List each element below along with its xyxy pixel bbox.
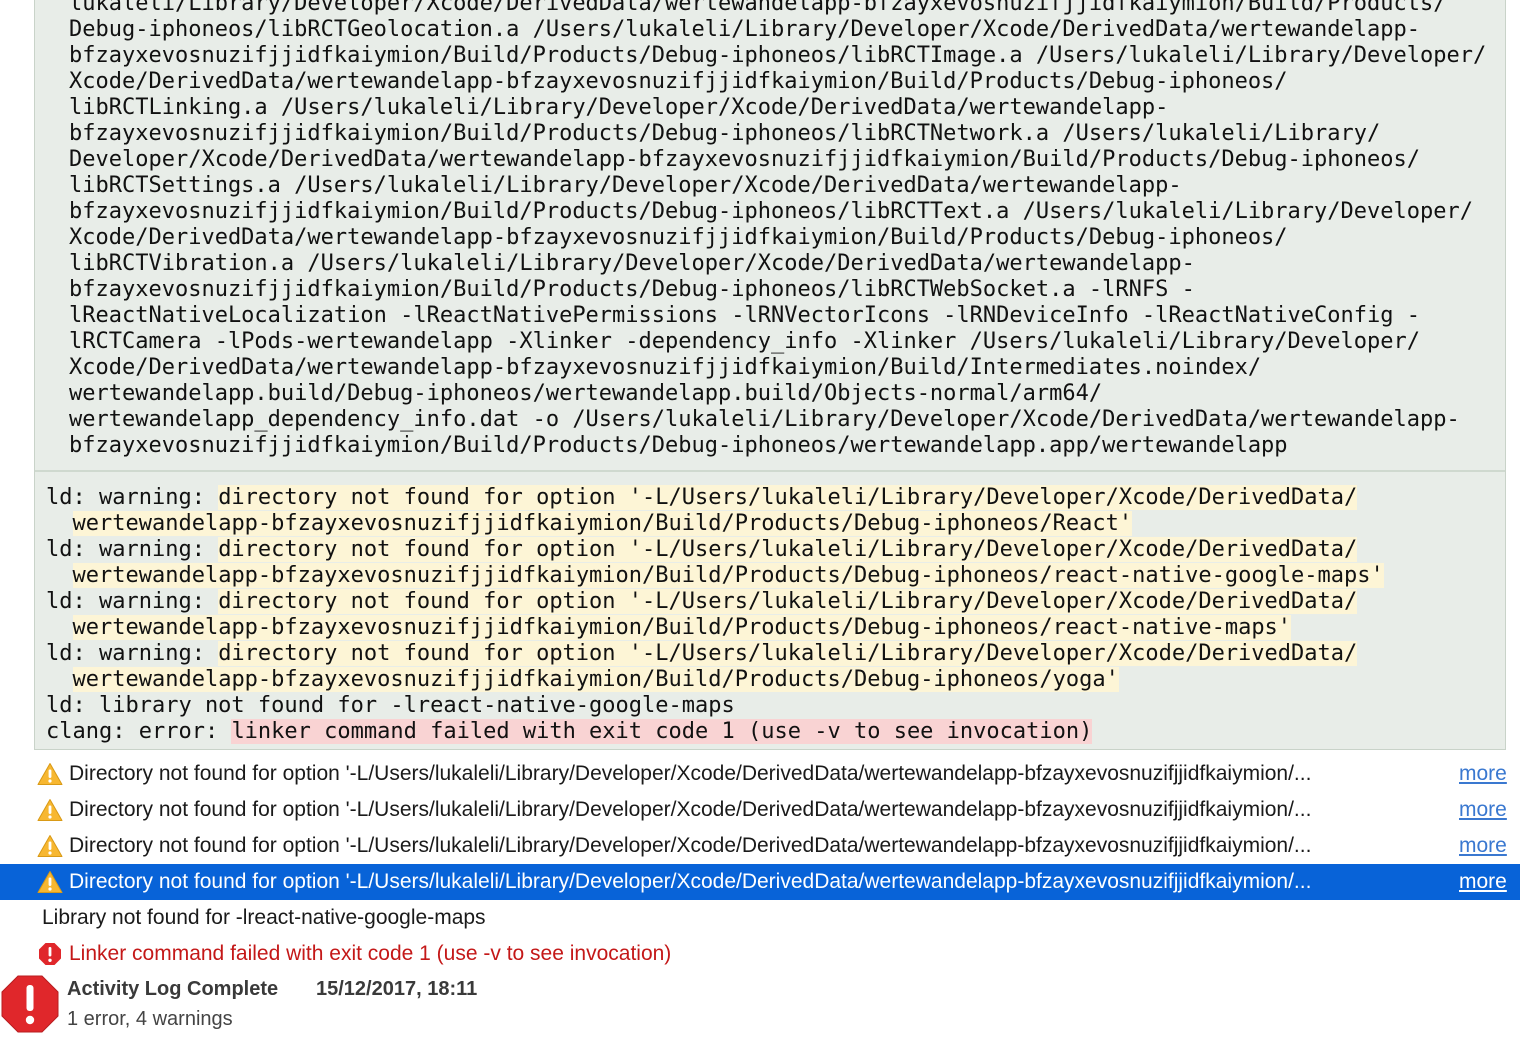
more-link[interactable]: more (1459, 864, 1507, 900)
command-line: Xcode/DerivedData/wertewandelapp-bfzayxe… (69, 69, 1288, 94)
warning-prefix: ld: warning: (46, 537, 219, 562)
build-log-transcript: lukaleli/Library/Developer/Xcode/Derived… (34, 0, 1506, 750)
warning-message: directory not found for option '-L/Users… (218, 589, 1358, 614)
command-line: bfzayxevosnuzifjjidfkaiymion/Build/Produ… (69, 43, 1487, 68)
more-link[interactable]: more (1459, 756, 1507, 792)
warning-indent (46, 615, 73, 640)
warning-output-line: ld: warning: directory not found for opt… (46, 641, 1358, 667)
command-line: lRCTCamera -lPods-wertewandelapp -Xlinke… (69, 329, 1421, 354)
command-line: libRCTLinking.a /Users/lukaleli/Library/… (69, 95, 1169, 120)
library-not-found-line: ld: library not found for -lreact-native… (46, 693, 735, 718)
command-line: libRCTVibration.a /Users/lukaleli/Librar… (69, 251, 1195, 276)
warning-message: wertewandelapp-bfzayxevosnuzifjjidfkaiym… (72, 563, 1384, 588)
command-line: bfzayxevosnuzifjjidfkaiymion/Build/Produ… (69, 121, 1381, 146)
command-line: wertewandelapp_dependency_info.dat -o /U… (69, 407, 1460, 432)
warning-output-line: wertewandelapp-bfzayxevosnuzifjjidfkaiym… (46, 563, 1384, 589)
warning-triangle-icon (37, 835, 63, 857)
more-link[interactable]: more (1459, 792, 1507, 828)
linker-command-block: lukaleli/Library/Developer/Xcode/Derived… (35, 0, 1505, 472)
error-octagon-icon (1, 975, 59, 1033)
command-line: bfzayxevosnuzifjjidfkaiymion/Build/Produ… (69, 277, 1195, 302)
clang-error-message: linker command failed with exit code 1 (… (231, 719, 1093, 744)
issue-message: Directory not found for option '-L/Users… (69, 798, 1312, 821)
warning-indent (46, 511, 73, 536)
issue-message: Directory not found for option '-L/Users… (69, 762, 1312, 785)
warning-triangle-icon (37, 763, 63, 785)
command-line: bfzayxevosnuzifjjidfkaiymion/Build/Produ… (69, 199, 1473, 224)
issue-message: Directory not found for option '-L/Users… (69, 834, 1312, 857)
warning-triangle-icon (37, 799, 63, 821)
command-line: lukaleli/Library/Developer/Xcode/Derived… (69, 0, 1447, 16)
issue-message: Linker command failed with exit code 1 (… (69, 942, 672, 965)
command-line: libRCTSettings.a /Users/lukaleli/Library… (69, 173, 1182, 198)
activity-log-timestamp: 15/12/2017, 18:11 (316, 978, 478, 1000)
warning-message: directory not found for option '-L/Users… (218, 537, 1358, 562)
issue-row-plain[interactable]: Library not found for -lreact-native-goo… (0, 900, 1520, 936)
command-line: bfzayxevosnuzifjjidfkaiymion/Build/Produ… (69, 433, 1288, 458)
warning-indent (46, 563, 73, 588)
warning-indent (46, 667, 73, 692)
activity-log-title: Activity Log Complete (67, 978, 279, 1000)
warning-message: directory not found for option '-L/Users… (218, 641, 1358, 666)
warning-message: wertewandelapp-bfzayxevosnuzifjjidfkaiym… (72, 615, 1292, 640)
issue-row-warning[interactable]: Directory not found for option '-L/Users… (0, 828, 1520, 864)
warning-output-line: ld: warning: directory not found for opt… (46, 485, 1358, 511)
warning-message: wertewandelapp-bfzayxevosnuzifjjidfkaiym… (72, 511, 1133, 536)
warning-message: wertewandelapp-bfzayxevosnuzifjjidfkaiym… (72, 667, 1119, 692)
more-link[interactable]: more (1459, 828, 1507, 864)
warning-triangle-icon (37, 871, 63, 893)
warning-output-line: ld: warning: directory not found for opt… (46, 589, 1358, 615)
command-line: Developer/Xcode/DerivedData/wertewandela… (69, 147, 1421, 172)
command-line: Debug-iphoneos/libRCTGeolocation.a /User… (69, 17, 1421, 42)
issue-message: Library not found for -lreact-native-goo… (42, 906, 486, 929)
warning-output-line: wertewandelapp-bfzayxevosnuzifjjidfkaiym… (46, 511, 1133, 537)
issue-row-error[interactable]: Linker command failed with exit code 1 (… (0, 936, 1520, 972)
warning-message: directory not found for option '-L/Users… (218, 485, 1358, 510)
warning-output-line: wertewandelapp-bfzayxevosnuzifjjidfkaiym… (46, 615, 1292, 641)
warning-prefix: ld: warning: (46, 589, 219, 614)
issue-row-warning-selected[interactable]: Directory not found for option '-L/Users… (0, 864, 1520, 900)
activity-log-summary: 1 error, 4 warnings (67, 1008, 233, 1030)
command-line: Xcode/DerivedData/wertewandelapp-bfzayxe… (69, 355, 1262, 380)
issue-row-warning[interactable]: Directory not found for option '-L/Users… (0, 756, 1520, 792)
error-octagon-icon (39, 943, 61, 965)
warning-prefix: ld: warning: (46, 485, 219, 510)
command-line: wertewandelapp.build/Debug-iphoneos/wert… (69, 381, 1103, 406)
warning-output-line: ld: warning: directory not found for opt… (46, 537, 1358, 563)
issue-row-warning[interactable]: Directory not found for option '-L/Users… (0, 792, 1520, 828)
warning-output-line: wertewandelapp-bfzayxevosnuzifjjidfkaiym… (46, 667, 1119, 693)
command-line: lReactNativeLocalization -lReactNativePe… (69, 303, 1421, 328)
clang-error-line: clang: error: linker command failed with… (46, 719, 1093, 745)
warning-prefix: ld: warning: (46, 641, 219, 666)
command-line: Xcode/DerivedData/wertewandelapp-bfzayxe… (69, 225, 1288, 250)
clang-error-prefix: clang: error: (46, 719, 232, 744)
activity-log-footer: Activity Log Complete 15/12/2017, 18:11 … (0, 968, 1520, 1056)
issue-message: Directory not found for option '-L/Users… (69, 870, 1312, 893)
